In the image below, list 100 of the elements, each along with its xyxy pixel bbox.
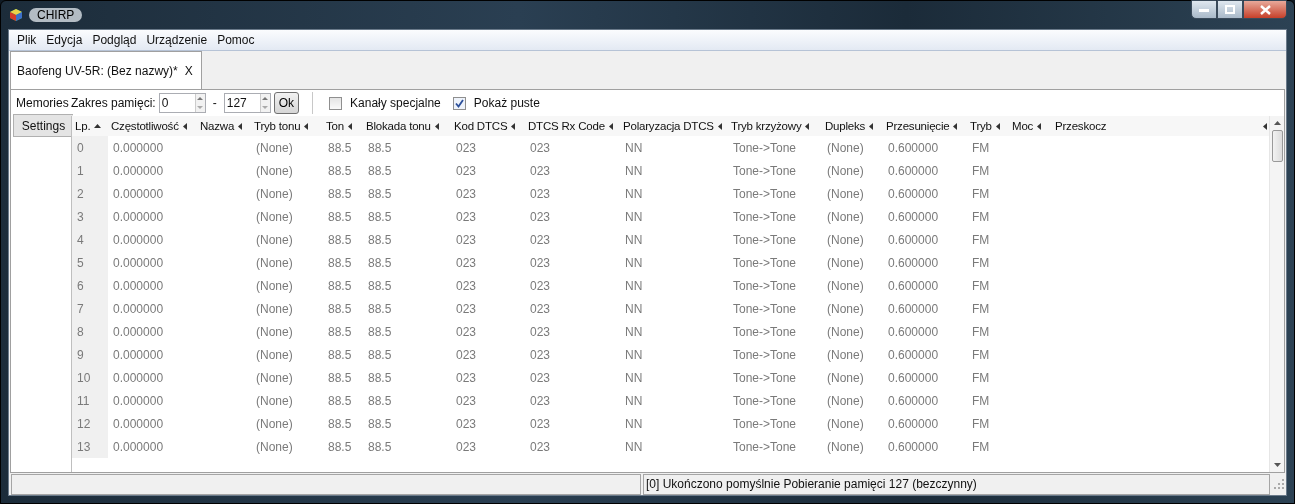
table-cell: FM <box>972 209 990 224</box>
table-cell: (None) <box>827 232 864 247</box>
table-cell: (None) <box>827 347 864 362</box>
menu-item[interactable]: Pomoc <box>212 33 260 47</box>
table-cell: NN <box>625 301 643 316</box>
table-cell: NN <box>625 347 643 362</box>
row-number: 9 <box>77 347 84 362</box>
cube-icon <box>9 8 23 22</box>
table-cell: 0.600000 <box>888 370 939 385</box>
minimize-button[interactable] <box>1191 0 1217 19</box>
table-cell: NN <box>625 232 643 247</box>
menu-item[interactable]: Edycja <box>41 33 88 47</box>
table-cell: 88.5 <box>328 209 352 224</box>
checkbox[interactable] <box>329 96 343 110</box>
table-cell: 023 <box>530 209 551 224</box>
table-cell: 0.000000 <box>113 232 164 247</box>
table-cell: (None) <box>256 140 293 155</box>
table-cell: (None) <box>827 209 864 224</box>
table-cell: 0.600000 <box>888 255 939 270</box>
maximize-button[interactable] <box>1217 0 1243 19</box>
table-cell: 0.600000 <box>888 393 939 408</box>
table-cell: 0.000000 <box>113 278 164 293</box>
scroll-thumb[interactable] <box>1271 130 1283 162</box>
file-tab[interactable]: Baofeng UV-5R: (Bez nazwy)* X <box>10 51 202 89</box>
close-button[interactable] <box>1243 0 1287 19</box>
table-cell: 0.000000 <box>113 393 164 408</box>
table-cell: 0.600000 <box>888 324 939 339</box>
table-cell: 88.5 <box>368 163 392 178</box>
column-header[interactable]: Polaryzacja DTCS <box>620 116 728 136</box>
table-cell: 023 <box>530 278 551 293</box>
table-cell: 88.5 <box>368 140 392 155</box>
table-cell: (None) <box>256 416 293 431</box>
table-cell: Tone->Tone <box>733 140 797 155</box>
table-cell: 0.000000 <box>113 324 164 339</box>
menu-item[interactable]: Urządzenie <box>141 33 213 47</box>
table-cell: 88.5 <box>328 301 352 316</box>
table-cell: (None) <box>827 301 864 316</box>
table-cell: (None) <box>256 347 293 362</box>
column-header[interactable]: Tryb tonu <box>251 116 323 136</box>
table-cell: Tone->Tone <box>733 439 797 454</box>
range-label: Zakres pamięci: <box>71 96 156 110</box>
row-number: 8 <box>77 324 84 339</box>
menu-item[interactable]: Plik <box>12 33 42 47</box>
row-number: 12 <box>77 416 91 431</box>
table-cell: 88.5 <box>328 370 352 385</box>
table-cell: (None) <box>256 163 293 178</box>
column-header[interactable]: Ton <box>323 116 363 136</box>
table-cell: 88.5 <box>368 232 392 247</box>
table-cell: NN <box>625 209 643 224</box>
column-header[interactable]: Nazwa <box>197 116 251 136</box>
table-cell: Tone->Tone <box>733 370 797 385</box>
column-header[interactable]: Przeskocz <box>1052 116 1269 136</box>
table-cell: FM <box>972 393 990 408</box>
table-cell: (None) <box>827 416 864 431</box>
number-spinner[interactable]: 0 <box>158 93 206 113</box>
close-icon <box>1259 4 1271 15</box>
table-cell: (None) <box>827 140 864 155</box>
table-cell: 023 <box>530 186 551 201</box>
table-cell: FM <box>972 232 990 247</box>
row-number: 5 <box>77 255 84 270</box>
column-header[interactable]: Tryb <box>967 116 1009 136</box>
status-message: [0] Ukończono pomyślnie Pobieranie pamięci 127 (bezczynny) <box>646 477 977 491</box>
column-header[interactable]: Kod DTCS <box>451 116 525 136</box>
table-cell: (None) <box>827 439 864 454</box>
row-number: 3 <box>77 209 84 224</box>
ok-button[interactable]: Ok <box>273 92 300 114</box>
range-dash: - <box>211 96 218 110</box>
column-header[interactable]: Moc <box>1009 116 1052 136</box>
table-cell: Tone->Tone <box>733 324 797 339</box>
column-header[interactable]: Tryb krzyżowy <box>728 116 822 136</box>
table-cell: NN <box>625 278 643 293</box>
side-tab[interactable]: Settings <box>13 114 73 137</box>
column-header[interactable]: Przesunięcie <box>883 116 967 136</box>
table-cell: 023 <box>530 140 551 155</box>
table-cell: 88.5 <box>368 301 392 316</box>
table-cell: 0.600000 <box>888 140 939 155</box>
column-header[interactable]: Lp. <box>72 116 108 136</box>
resize-grip-icon[interactable] <box>1274 479 1284 489</box>
table-cell: 023 <box>456 209 477 224</box>
column-header[interactable]: DTCS Rx Code <box>525 116 620 136</box>
column-header[interactable]: Blokada tonu <box>363 116 451 136</box>
table-cell: Tone->Tone <box>733 163 797 178</box>
table-cell: 0.000000 <box>113 186 164 201</box>
table-cell: NN <box>625 140 643 155</box>
table-cell: 023 <box>530 393 551 408</box>
checkbox[interactable] <box>452 96 466 110</box>
table-cell: NN <box>625 439 643 454</box>
column-header[interactable]: Częstotliwość <box>108 116 197 136</box>
close-tab-button[interactable]: X <box>184 63 193 78</box>
scrollbar[interactable] <box>1269 116 1284 472</box>
number-spinner[interactable]: 127 <box>223 93 271 113</box>
table-cell: 023 <box>456 301 477 316</box>
scroll-down-icon[interactable] <box>1273 463 1281 467</box>
menu-item[interactable]: Podgląd <box>87 33 142 47</box>
table-cell: FM <box>972 163 990 178</box>
table-cell: 0.600000 <box>888 347 939 362</box>
row-number: 6 <box>77 278 84 293</box>
table-cell: (None) <box>256 186 293 201</box>
column-header[interactable]: Dupleks <box>822 116 883 136</box>
scroll-up-icon[interactable] <box>1273 121 1281 125</box>
